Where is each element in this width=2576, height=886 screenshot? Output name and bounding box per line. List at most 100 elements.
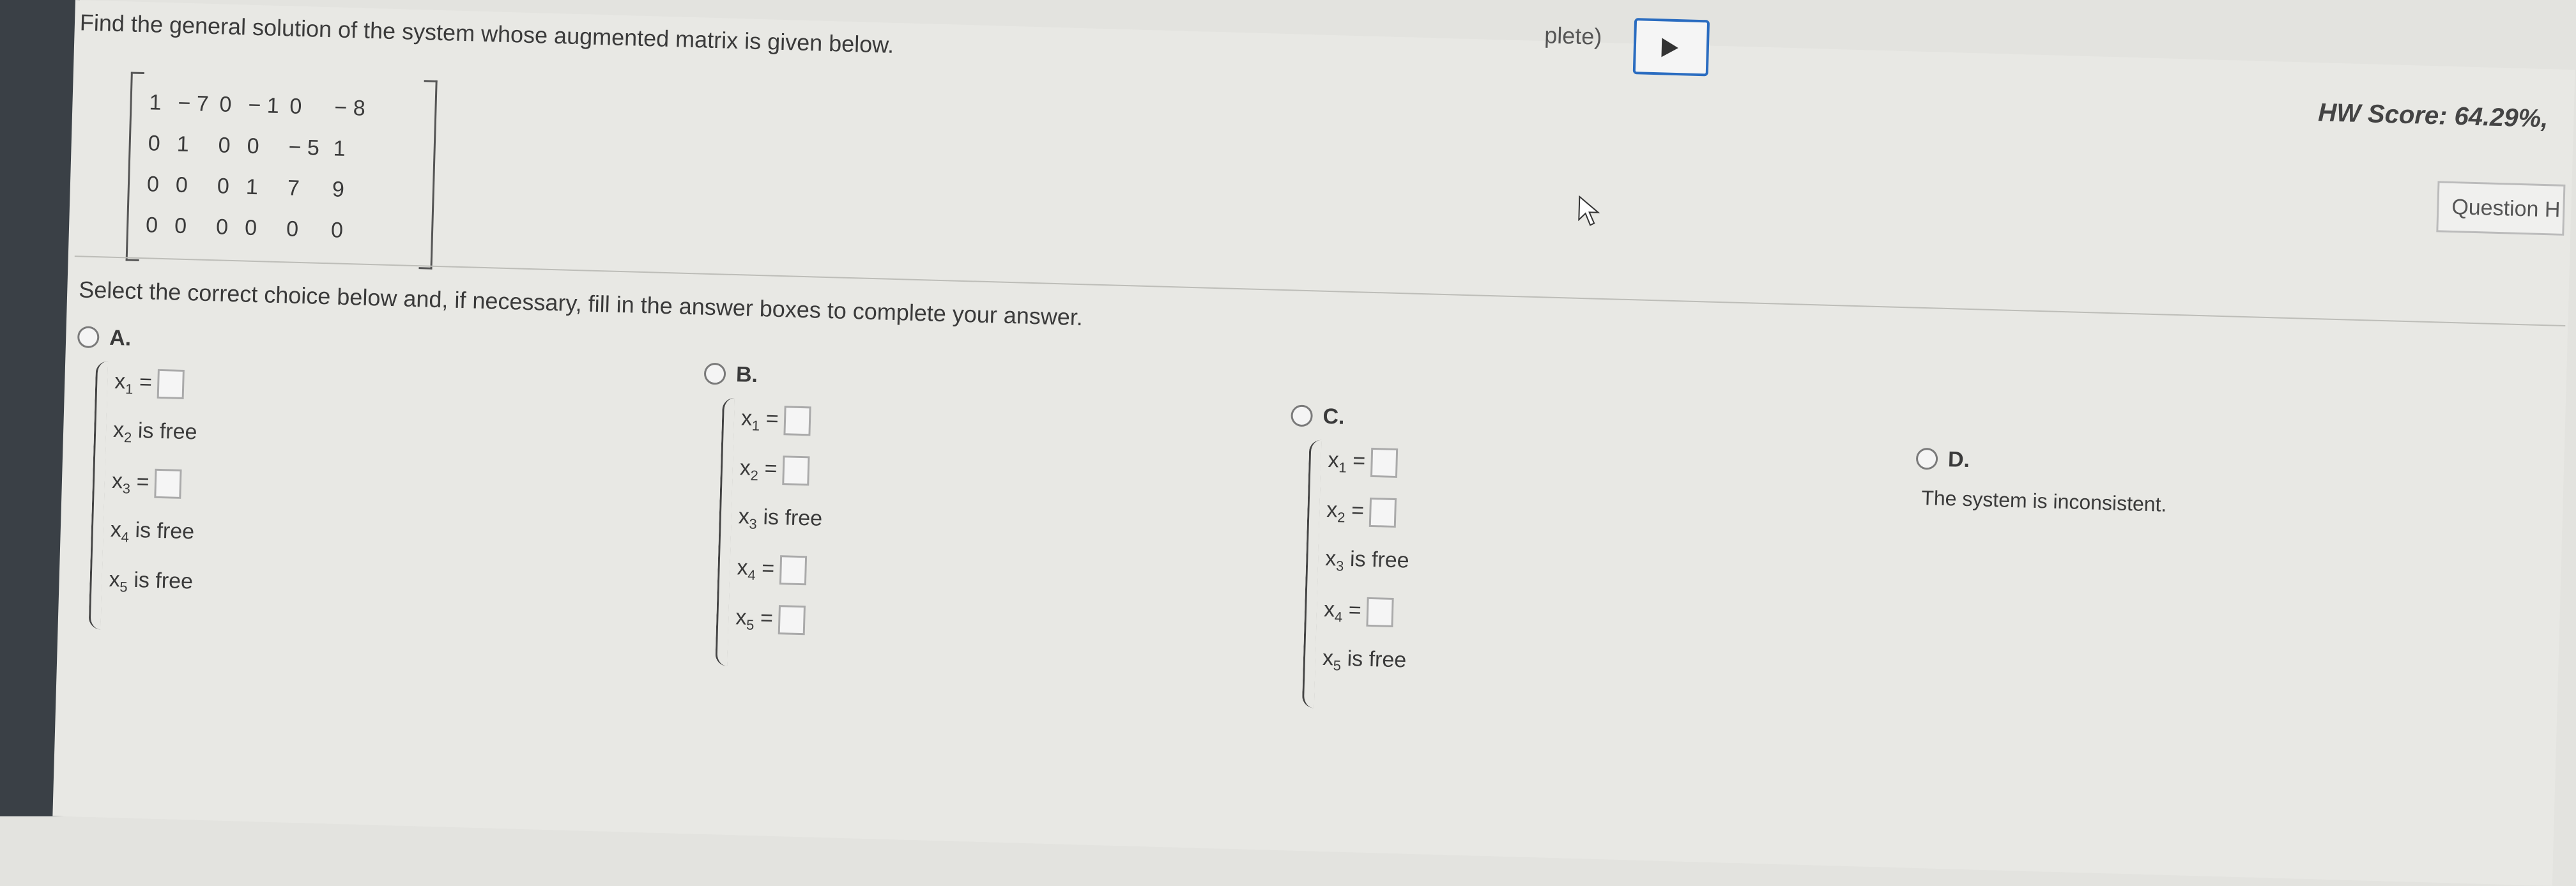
variable: x bbox=[739, 455, 751, 480]
answer-input-box[interactable] bbox=[1370, 447, 1398, 478]
matrix-cell: 0 bbox=[145, 213, 158, 238]
variable-subscript: 2 bbox=[1337, 509, 1346, 526]
equation-text: = bbox=[1342, 597, 1362, 623]
matrix-cell: 0 bbox=[175, 172, 188, 198]
matrix-cell: 0 bbox=[247, 134, 260, 159]
equation-line: x3 = bbox=[111, 468, 182, 499]
equation-text: = bbox=[1345, 498, 1365, 523]
equation-line: x5 is free bbox=[109, 567, 193, 597]
matrix-cell: 0 bbox=[244, 215, 257, 241]
variable-subscript: 1 bbox=[1338, 459, 1347, 476]
matrix-cell: 0 bbox=[330, 218, 344, 243]
matrix-row: 1 − 7 0 − 1 0 − 8 bbox=[149, 90, 424, 120]
equation-line: x3 is free bbox=[1325, 546, 1409, 576]
matrix-right-bracket bbox=[418, 80, 438, 270]
equation-line: x4 = bbox=[1323, 596, 1394, 627]
answer-input-box[interactable] bbox=[157, 369, 185, 399]
variable: x bbox=[1324, 546, 1337, 571]
variable-subscript: 3 bbox=[749, 516, 758, 532]
equation-text: = bbox=[1346, 448, 1366, 473]
matrix-cell: 0 bbox=[146, 172, 160, 197]
equation-line: x2 is free bbox=[113, 418, 197, 448]
augmented-matrix: 1− 7 0− 1 0− 8 0 1 0 0− 51000179000000 bbox=[125, 72, 438, 270]
matrix-cell: 0 bbox=[215, 215, 229, 240]
left-brace bbox=[1301, 439, 1322, 708]
variable-subscript: 4 bbox=[747, 567, 756, 583]
equation-line: x5 = bbox=[735, 604, 806, 636]
choice-text: The system is inconsistent. bbox=[1920, 485, 2167, 516]
matrix-cell: 0 bbox=[289, 94, 302, 119]
matrix-cell: 7 bbox=[287, 176, 300, 201]
equation-text: is free bbox=[127, 567, 194, 594]
matrix-cell: 0 bbox=[148, 131, 161, 156]
variable-subscript: 5 bbox=[746, 616, 755, 633]
equation-line: x2 = bbox=[1326, 496, 1397, 528]
hw-score: HW Score: 64.29%, bbox=[2317, 98, 2549, 134]
matrix-cell: 9 bbox=[332, 177, 345, 202]
left-brace bbox=[88, 361, 109, 630]
matrix-cell: 0 bbox=[218, 133, 231, 158]
equation-text: = bbox=[755, 556, 775, 581]
equation-line: x1 = bbox=[1328, 447, 1398, 478]
equation-text: is free bbox=[1340, 646, 1407, 673]
question-help-button[interactable]: Question H bbox=[2436, 181, 2566, 236]
matrix-cell: 1 bbox=[245, 174, 259, 200]
mouse-cursor-icon bbox=[1578, 195, 1600, 226]
question-text: Find the general solution of the system … bbox=[79, 9, 894, 58]
variable: x bbox=[1323, 597, 1335, 622]
equation-text: = bbox=[133, 369, 153, 395]
answer-input-box[interactable] bbox=[779, 555, 807, 586]
solution-system: x1 = x2 is free x3 = x4 is free x5 is free bbox=[88, 361, 263, 634]
choice-b-radio[interactable] bbox=[703, 362, 726, 385]
answer-input-box[interactable] bbox=[1368, 497, 1397, 528]
matrix-cell: − 1 bbox=[247, 93, 280, 118]
matrix-cell: − 7 bbox=[178, 91, 210, 116]
variable-subscript: 5 bbox=[1333, 657, 1342, 674]
next-question-button[interactable] bbox=[1632, 18, 1710, 77]
equation-line: x3 is free bbox=[738, 504, 822, 534]
variable: x bbox=[735, 605, 747, 630]
answer-input-box[interactable] bbox=[781, 455, 810, 486]
matrix-row: 000179 bbox=[146, 172, 422, 202]
variable: x bbox=[1328, 448, 1340, 473]
choice-letter: B. bbox=[735, 362, 758, 388]
answer-input-box[interactable] bbox=[1365, 597, 1394, 627]
variable-subscript: 1 bbox=[751, 417, 760, 434]
matrix-row: 0 1 0 0− 51 bbox=[148, 131, 423, 161]
variable-subscript: 4 bbox=[1334, 609, 1343, 625]
variable-subscript: 1 bbox=[125, 381, 134, 397]
variable: x bbox=[109, 567, 121, 592]
matrix-cell: 0 bbox=[217, 174, 230, 199]
answer-input-box[interactable] bbox=[153, 468, 182, 499]
matrix-cell: − 5 bbox=[288, 135, 320, 160]
variable: x bbox=[114, 369, 126, 394]
equation-line: x1 = bbox=[740, 404, 811, 436]
equation-text: is free bbox=[756, 505, 823, 531]
answer-input-box[interactable] bbox=[778, 605, 806, 636]
choice-d-radio[interactable] bbox=[1915, 447, 1938, 470]
matrix-cell: 1 bbox=[149, 90, 162, 115]
variable-subscript: 4 bbox=[121, 529, 130, 546]
choice-letter: A. bbox=[109, 325, 132, 351]
variable: x bbox=[1326, 497, 1338, 523]
solution-system: x1 = x2 = x3 is free x4 = x5 = bbox=[715, 397, 889, 671]
equation-line: x1 = bbox=[114, 368, 185, 399]
choice-letter: D. bbox=[1947, 447, 1970, 473]
matrix-cell: 1 bbox=[176, 132, 190, 157]
answer-input-box[interactable] bbox=[783, 406, 811, 436]
equation-text: = bbox=[130, 469, 150, 494]
matrix-cell: − 8 bbox=[334, 95, 366, 121]
variable-subscript: 2 bbox=[123, 429, 132, 446]
variable: x bbox=[740, 406, 753, 431]
equation-line: x4 is free bbox=[110, 517, 194, 547]
equation-text: is free bbox=[1344, 546, 1410, 573]
homework-page: plete) HW Score: 64.29%, Question H Find… bbox=[52, 0, 2575, 886]
variable-subscript: 5 bbox=[119, 579, 128, 595]
variable-subscript: 3 bbox=[122, 480, 131, 497]
equation-text: is free bbox=[128, 517, 195, 544]
progress-label-fragment: plete) bbox=[1544, 22, 1602, 50]
equation-line: x4 = bbox=[737, 554, 807, 586]
choice-a-radio[interactable] bbox=[77, 326, 100, 349]
choice-c-radio[interactable] bbox=[1291, 404, 1314, 427]
play-arrow-icon bbox=[1661, 38, 1678, 57]
